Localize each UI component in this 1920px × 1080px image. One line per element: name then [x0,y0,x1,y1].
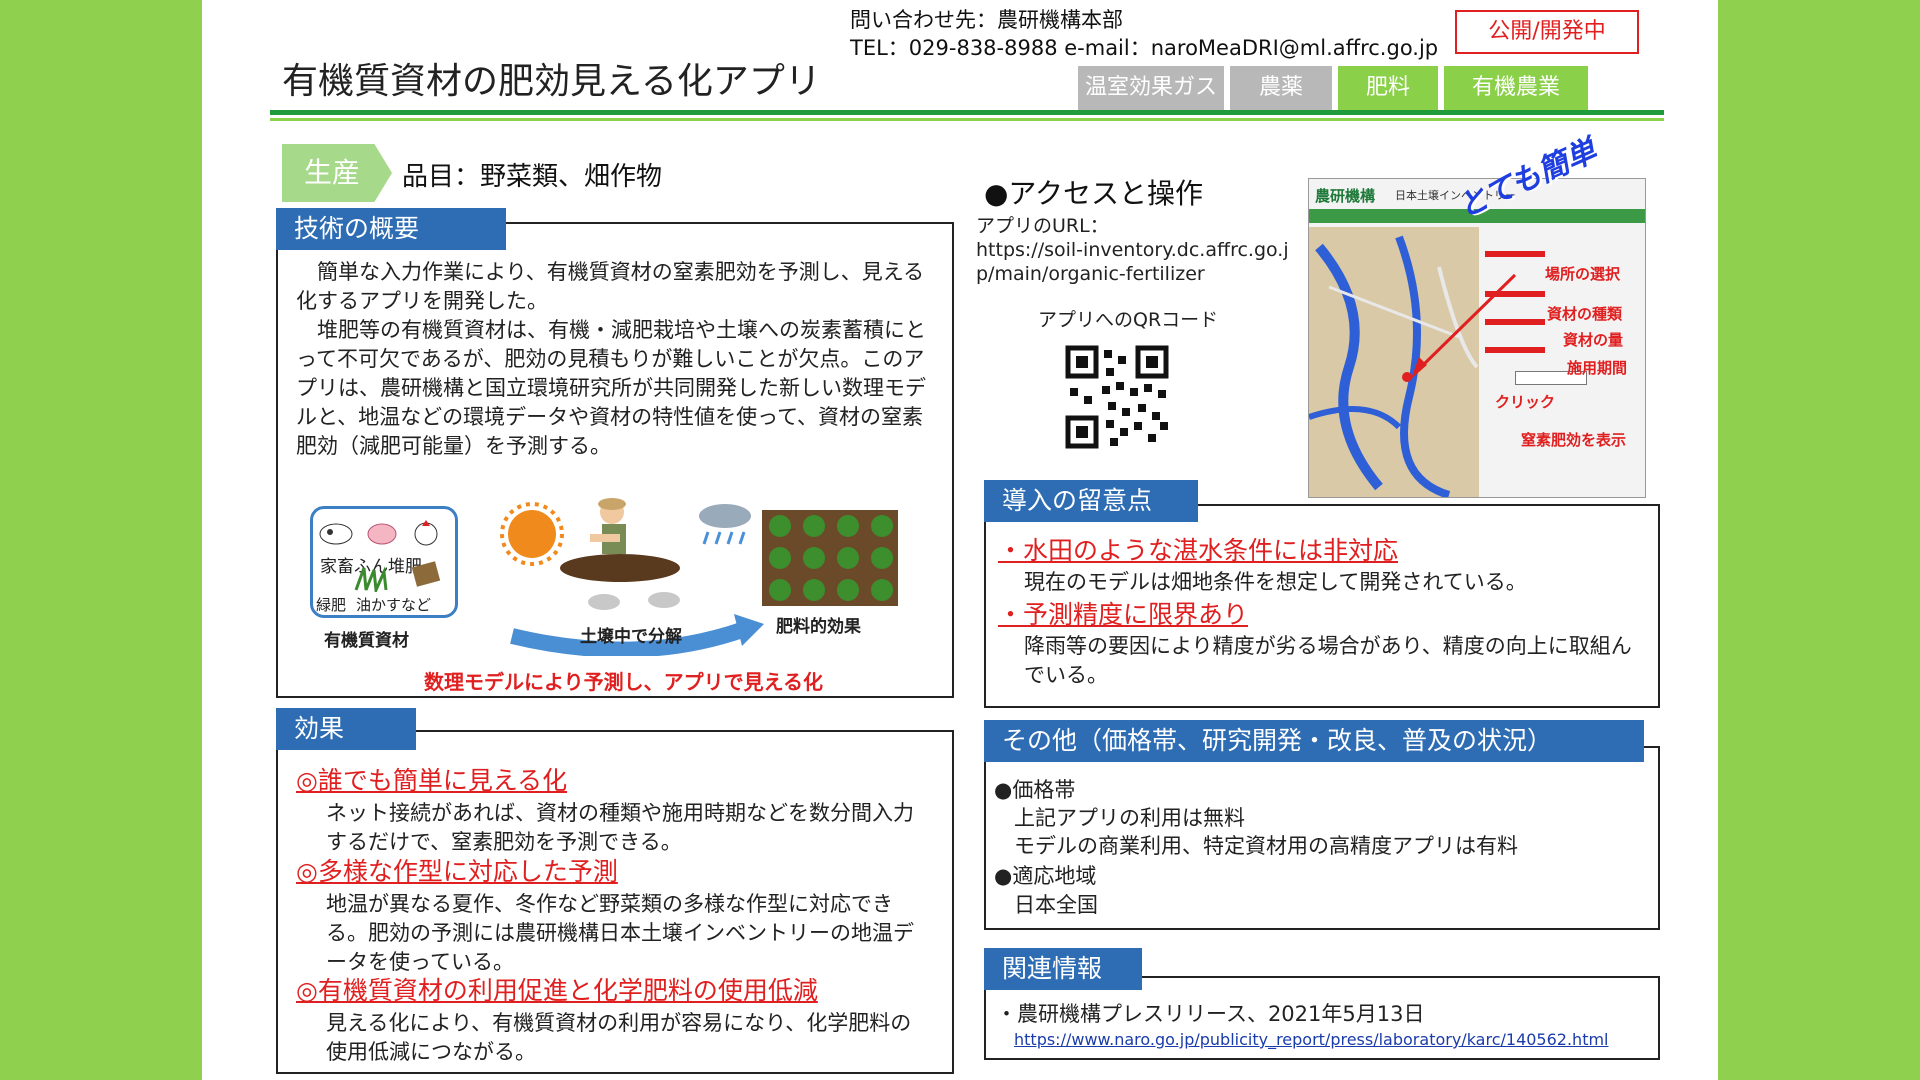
tab-pesticide[interactable]: 農薬 [1230,66,1332,110]
contact-line-1: 問い合わせ先：農研機構本部 [850,8,1123,32]
page-title: 有機質資材の肥効見える化アプリ [282,61,821,102]
screenshot-logo: 農研機構 [1315,187,1376,205]
rain-icon [699,504,751,545]
materials-label: 有機質資材 [324,631,409,651]
other-heading: その他（価格帯、研究開発・改良、普及の状況） [984,720,1644,762]
tab-organic-farming[interactable]: 有機農業 [1444,66,1588,110]
effect-text-1: ネット接続があれば、資材の種類や施用時期などを数分間入力するだけで、窒素肥効を予… [326,801,914,854]
qr-code-icon[interactable] [1062,342,1172,452]
category-tag: 生産 [282,144,392,202]
effect-label: 肥料的効果 [776,617,861,637]
screenshot-label-material-type: 資材の種類 [1547,305,1623,323]
other-line-1: ●価格帯 [994,778,1076,802]
notes-heading: 導入の留意点 [984,480,1198,522]
qr-label: アプリへのQRコード [1038,309,1219,331]
screenshot-label-period: 施用期間 [1567,359,1628,377]
related-heading: 関連情報 [984,948,1142,990]
other-line-3: モデルの商業利用、特定資材用の高精度アプリは有料 [1014,834,1518,858]
app-url[interactable]: https://soil-inventory.dc.affrc.go.jp/ma… [976,238,1306,286]
effects-heading: 効果 [276,708,416,750]
header-divider-light [270,118,1664,121]
other-line-2: 上記アプリの利用は無料 [1014,806,1245,830]
screenshot-label-click: クリック [1495,393,1556,411]
effect-title-3: ◎有機質資材の利用促進と化学肥料の使用低減 [296,976,818,1005]
related-item: ・農研機構プレスリリース、2021年5月13日 [996,1002,1425,1026]
status-badge: 公開/開発中 [1455,10,1639,54]
green-manure-icon [354,566,388,592]
green-manure-label: 緑肥 [316,596,347,614]
contact-info: 問い合わせ先：農研機構本部 TEL：029-838-8988 e-mail：na… [850,6,1438,62]
document-page: 有機質資材の肥効見える化アプリ 問い合わせ先：農研機構本部 TEL：029-83… [202,0,1718,1080]
tab-greenhouse-gas[interactable]: 温室効果ガス [1078,66,1224,110]
oilcake-icon [411,561,441,587]
other-line-5: 日本全国 [1014,893,1098,917]
crops-icon [762,510,898,606]
effect-text-2: 地温が異なる夏作、冬作など野菜類の多様な作型に対応できる。肥効の予測には農研機構… [326,892,914,974]
overview-text: 簡単な入力作業により、有機質資材の窒素肥効を予測し、見える化するアプリを開発した… [296,260,926,458]
oilcake-label: 油かすなど [356,596,432,614]
effect-title-1: ◎誰でも簡単に見える化 [296,766,568,795]
note-text-1: 現在のモデルは畑地条件を想定して開発されている。 [1024,570,1527,594]
contact-line-2: TEL：029-838-8988 e-mail：naroMeaDRI@ml.af… [850,36,1439,60]
access-heading: ●アクセスと操作 [984,177,1204,210]
url-label: アプリのURL： [976,215,1109,237]
effect-title-2: ◎多様な作型に対応した予測 [296,857,618,886]
effect-text-3: 見える化により、有機質資材の利用が容易になり、化学肥料の使用低減につながる。 [326,1011,912,1064]
product-label: 品目：野菜類、畑作物 [402,162,663,192]
related-link[interactable]: https://www.naro.go.jp/publicity_report/… [1014,1030,1609,1049]
overview-heading: 技術の概要 [276,208,506,250]
header-divider [270,110,1664,115]
tab-fertilizer[interactable]: 肥料 [1338,66,1438,110]
note-title-2: ・予測精度に限界あり [998,600,1249,629]
screenshot-label-result: 窒素肥効を表示 [1521,431,1627,449]
screenshot-label-location: 場所の選択 [1545,265,1621,283]
diagram-caption: 数理モデルにより予測し、アプリで見える化 [424,670,823,694]
livestock-icon [319,520,438,546]
note-text-2: 降雨等の要因により精度が劣る場合があり、精度の向上に取組んでいる。 [1024,634,1632,687]
screenshot-label-amount: 資材の量 [1563,331,1624,349]
note-title-1: ・水田のような湛水条件には非対応 [998,536,1399,565]
farmer-icon [560,498,680,582]
other-line-4: ●適応地域 [994,864,1097,888]
app-screenshot: 農研機構 日本土壌インベントリー 場所の選択 資材の種類 資材の量 施用期間 ク… [1308,178,1646,498]
decompose-label: 土壌中で分解 [580,627,682,647]
